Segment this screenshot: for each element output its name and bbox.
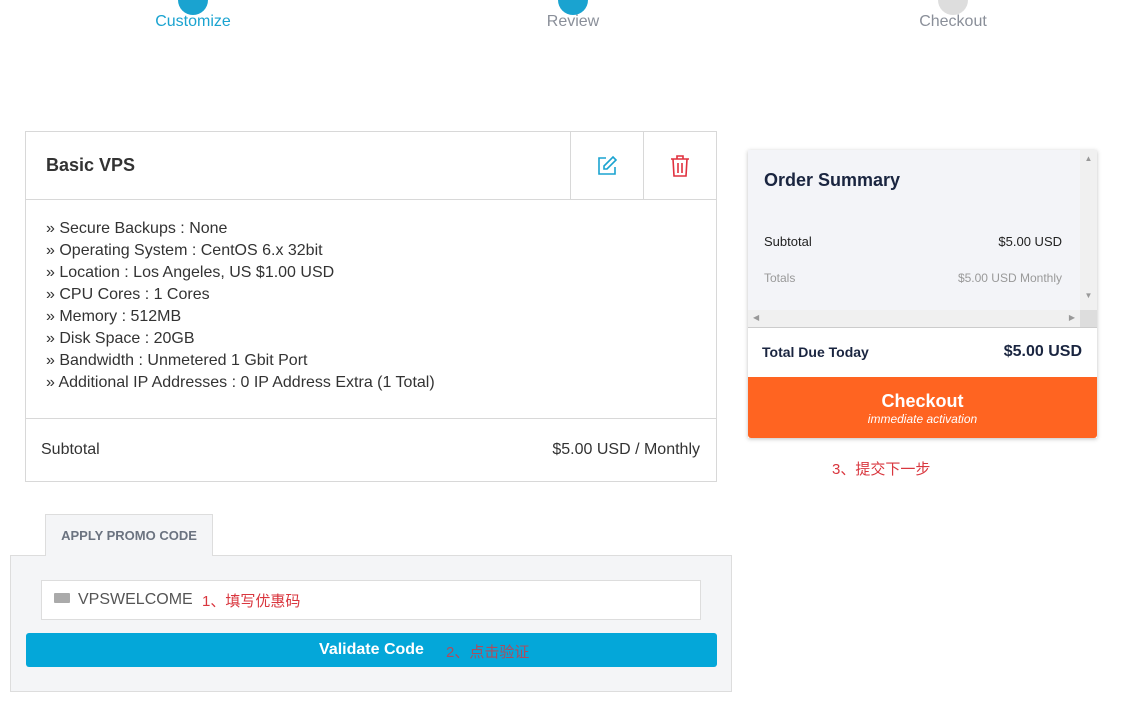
ticket-icon xyxy=(54,593,70,603)
checkout-button[interactable]: Checkout immediate activation xyxy=(748,377,1097,438)
summary-totals-value: $5.00 USD Monthly xyxy=(957,271,1062,285)
order-summary: Order Summary Subtotal $5.00 USD Totals … xyxy=(748,150,1097,438)
spec-item: » Memory : 512MB xyxy=(46,308,182,325)
horizontal-scrollbar[interactable]: ◀ ▶ xyxy=(748,310,1097,327)
spec-item: » Disk Space : 20GB xyxy=(46,330,195,347)
summary-title: Order Summary xyxy=(764,170,901,190)
checkout-sublabel: immediate activation xyxy=(867,412,978,426)
annotation-step1: 1、填写优惠码 xyxy=(202,593,301,610)
summary-totals-label: Totals xyxy=(764,271,796,285)
step-review[interactable]: Review xyxy=(473,0,673,31)
product-card: Basic VPS » Secure Backups : None » Oper… xyxy=(25,131,717,482)
spec-item: » Additional IP Addresses : 0 IP Address… xyxy=(46,374,435,391)
summary-subtotal-label: Subtotal xyxy=(764,234,812,249)
product-specs: » Secure Backups : None » Operating Syst… xyxy=(26,200,716,419)
step-label: Checkout xyxy=(919,13,987,30)
promo-panel: VPSWELCOME 1、填写优惠码 Validate Code 2、点击验证 xyxy=(10,555,732,692)
spec-item: » Bandwidth : Unmetered 1 Gbit Port xyxy=(46,352,308,369)
promo-code-value: VPSWELCOME xyxy=(78,591,193,608)
total-due-value: $5.00 USD xyxy=(1003,343,1082,360)
validate-label: Validate Code xyxy=(319,641,424,658)
annotation-step2: 2、点击验证 xyxy=(446,644,530,661)
spec-item: » Operating System : CentOS 6.x 32bit xyxy=(46,242,323,259)
step-checkout[interactable]: Checkout xyxy=(853,0,1053,31)
validate-code-button[interactable]: Validate Code 2、点击验证 xyxy=(26,633,717,667)
product-header: Basic VPS xyxy=(26,132,716,200)
summary-scroll-area: Order Summary Subtotal $5.00 USD Totals … xyxy=(748,150,1097,327)
spec-item: » CPU Cores : 1 Cores xyxy=(46,286,210,303)
edit-button[interactable] xyxy=(570,132,643,199)
checkout-label: Checkout xyxy=(881,391,964,411)
subtotal-label: Subtotal xyxy=(41,441,100,458)
trash-icon xyxy=(671,154,689,177)
spec-item: » Location : Los Angeles, US $1.00 USD xyxy=(46,264,335,281)
total-due-row: Total Due Today $5.00 USD xyxy=(748,327,1097,377)
product-subtotal: Subtotal $5.00 USD / Monthly xyxy=(26,419,716,481)
vertical-scrollbar[interactable]: ▲ ▼ xyxy=(1080,150,1097,310)
step-customize[interactable]: Customize xyxy=(93,0,293,31)
annotation-step3: 3、提交下一步 xyxy=(832,461,931,478)
tab-apply-promo-code[interactable]: APPLY PROMO CODE xyxy=(45,514,213,556)
total-due-label: Total Due Today xyxy=(762,344,869,360)
edit-icon xyxy=(598,155,618,175)
subtotal-value: $5.00 USD / Monthly xyxy=(552,441,700,458)
spec-item: » Secure Backups : None xyxy=(46,220,228,237)
promo-code-input[interactable]: VPSWELCOME 1、填写优惠码 xyxy=(41,580,701,620)
product-title: Basic VPS xyxy=(46,155,136,175)
step-label: Review xyxy=(546,13,600,30)
step-label: Customize xyxy=(155,13,231,30)
summary-subtotal-value: $5.00 USD xyxy=(998,234,1062,249)
delete-button[interactable] xyxy=(643,132,716,199)
